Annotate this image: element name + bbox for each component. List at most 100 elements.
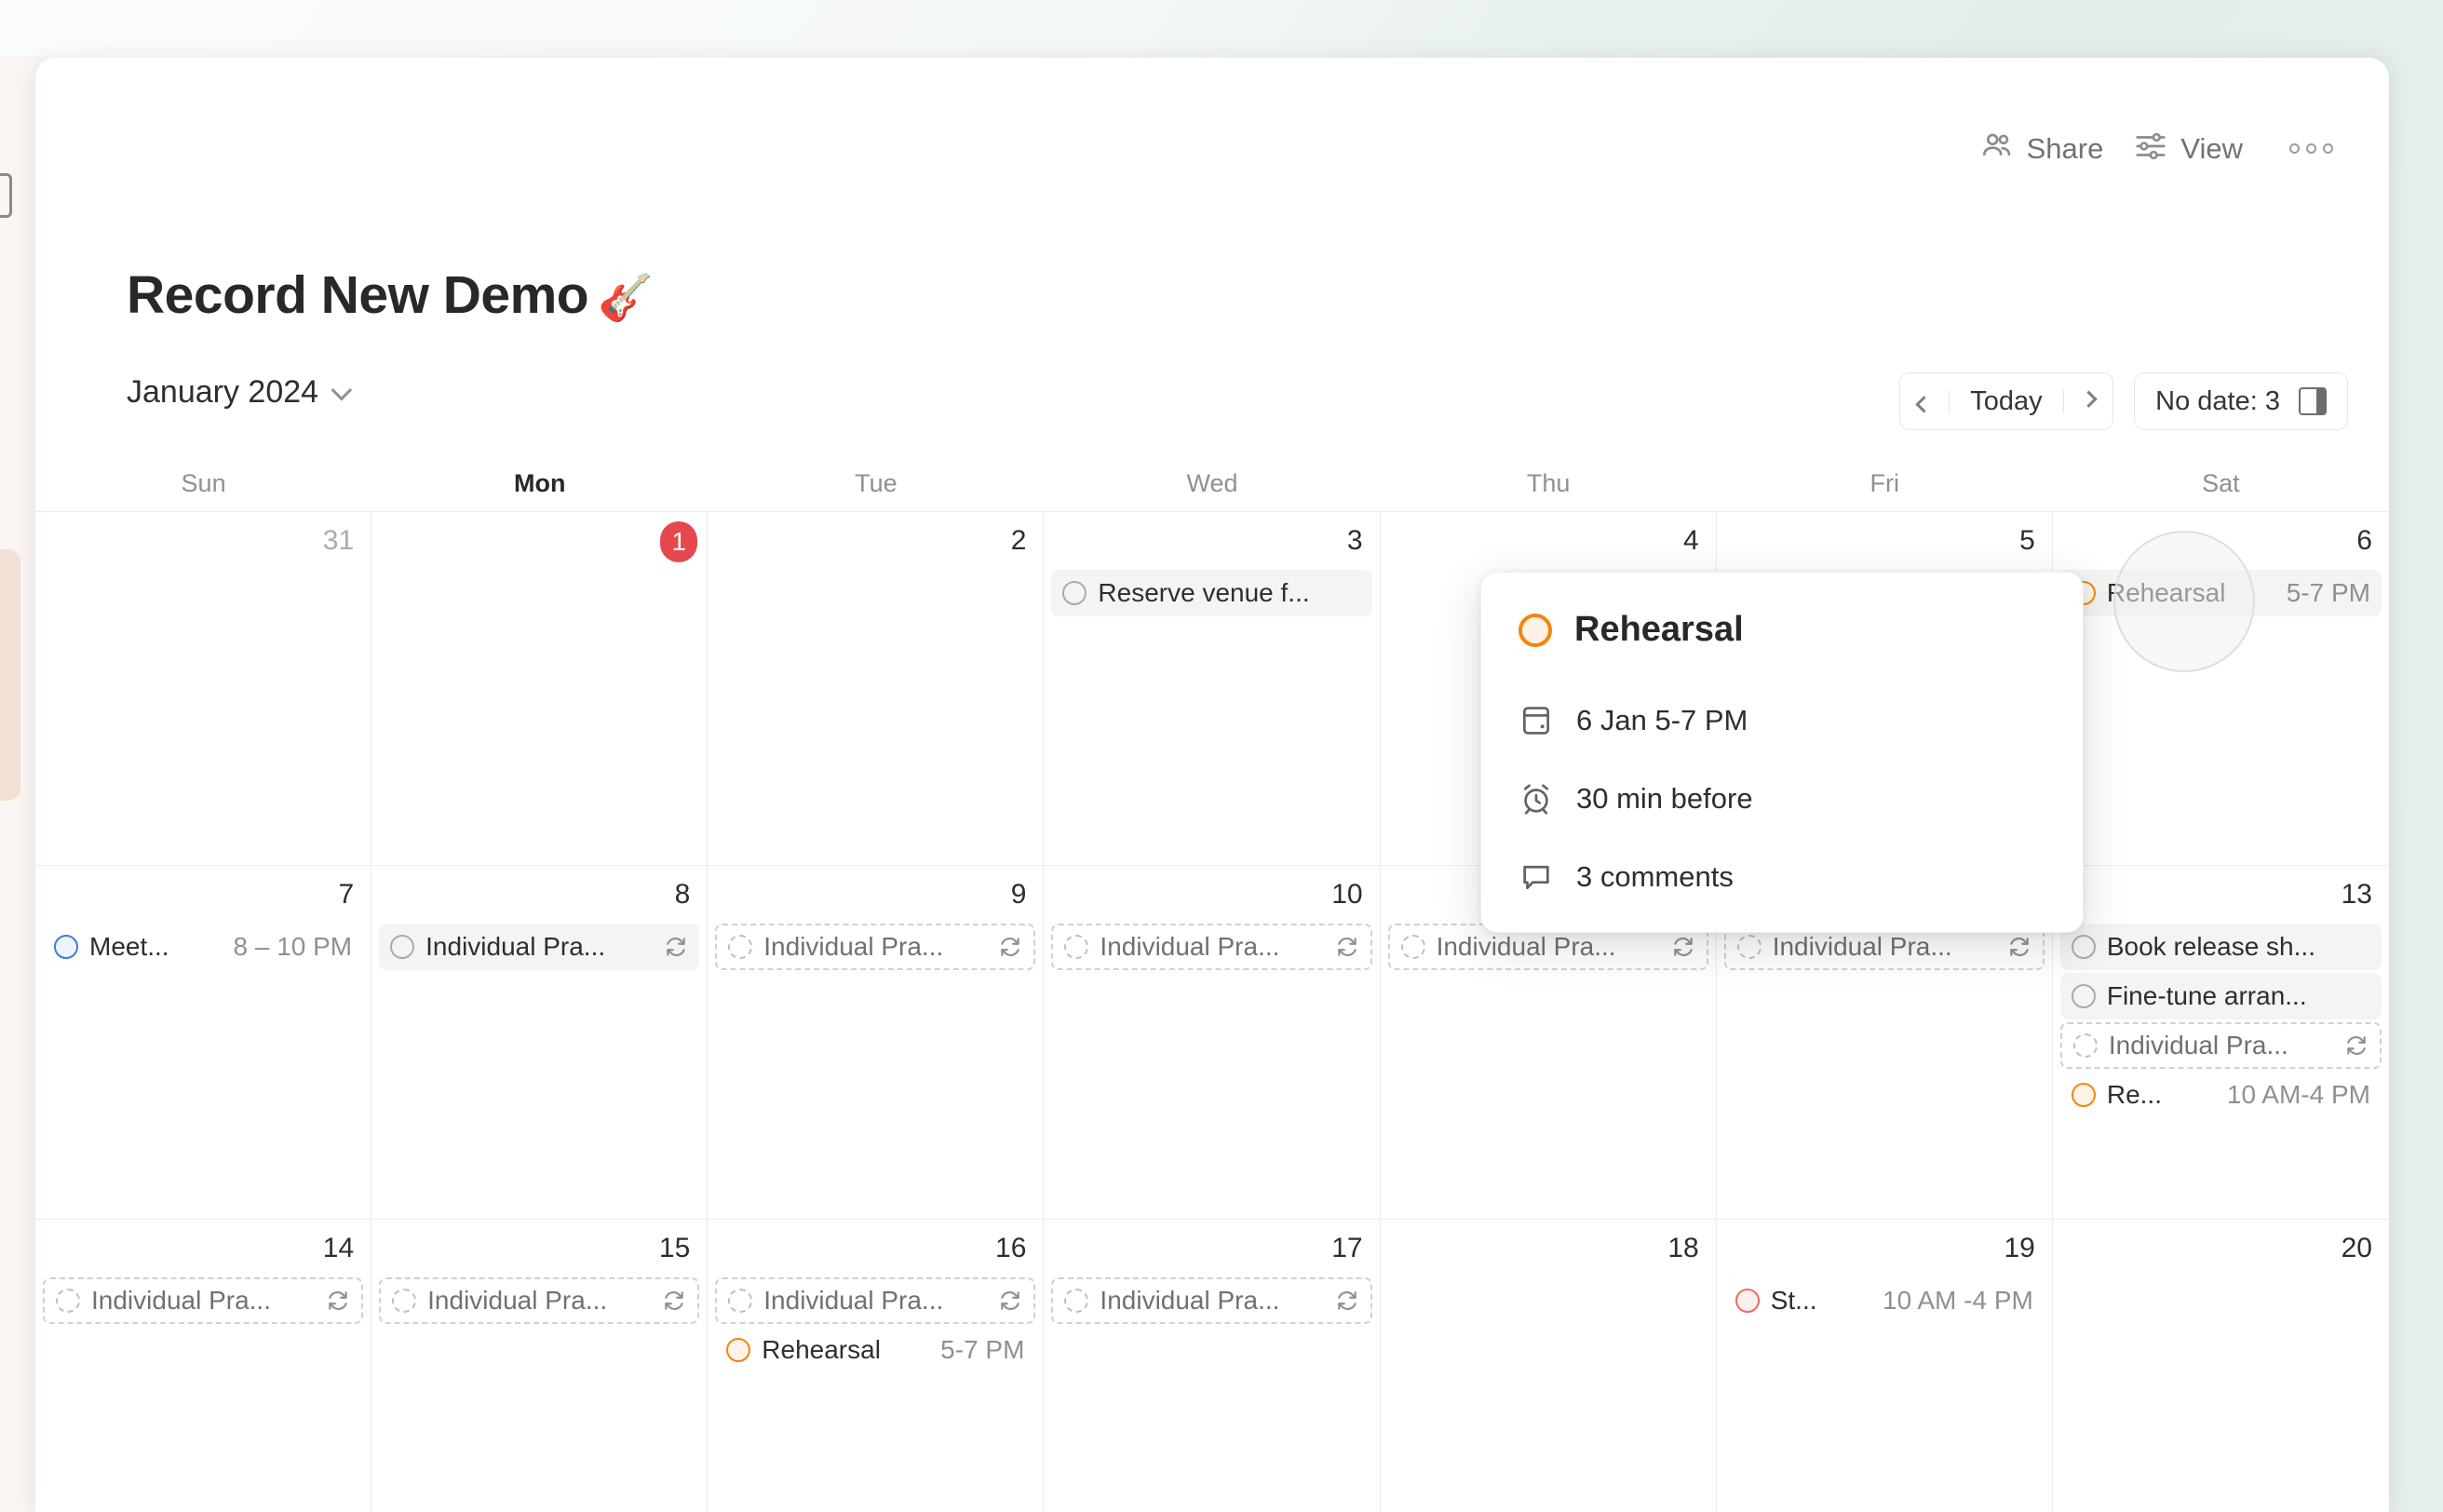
event-status-circle-icon[interactable]	[1518, 613, 1552, 647]
calendar-day-cell-10[interactable]: 10 Individual Pra...	[1044, 866, 1381, 1219]
calendar-day-cell-20[interactable]: 20	[2053, 1220, 2389, 1512]
day-number-2: 2	[1010, 525, 1027, 556]
calendar-event-chip[interactable]: Individual Pra...	[379, 924, 700, 970]
day-events: Meet... 8 – 10 PM	[43, 920, 363, 970]
weekday-header-sat: Sat	[2202, 469, 2240, 497]
calendar-event-chip[interactable]: Fine-tune arran...	[2059, 973, 2382, 1019]
event-title: Fine-tune arran...	[2106, 981, 2307, 1010]
day-number-5: 5	[2019, 525, 2035, 556]
day-events	[1724, 566, 2045, 570]
event-status-circle-icon[interactable]	[728, 1289, 753, 1313]
event-status-circle-icon[interactable]	[56, 1289, 80, 1313]
weekday-header-row: Sun Mon Tue Wed Thu Fri Sat	[35, 456, 2389, 512]
day-number-14: 14	[322, 1233, 355, 1263]
event-status-circle-icon[interactable]	[1736, 935, 1761, 959]
day-number-15: 15	[658, 1233, 691, 1263]
calendar-day-cell-31[interactable]: 31	[35, 512, 372, 865]
calendar-event-chip[interactable]: Re... 10 AM-4 PM	[2060, 1072, 2382, 1118]
view-button[interactable]: View	[2118, 121, 2258, 176]
day-number-20: 20	[2341, 1233, 2372, 1263]
today-button[interactable]: Today	[1950, 373, 2062, 429]
calendar-event-chip[interactable]: Meet... 8 – 10 PM	[43, 924, 363, 970]
event-title: Reserve venue f...	[1098, 578, 1310, 607]
calendar-day-cell-13[interactable]: 13 Book release sh... Fine-tune arran... In…	[2053, 866, 2389, 1219]
calendar-day-cell-19[interactable]: 19 St... 10 AM -4 PM	[1717, 1220, 2053, 1512]
recurring-event-icon	[2344, 1033, 2369, 1058]
day-events: Individual Pra...	[43, 1274, 364, 1324]
calendar-event-chip[interactable]: Individual Pra...	[379, 1277, 700, 1324]
chevron-down-icon	[331, 379, 353, 400]
event-status-circle-icon[interactable]	[1062, 581, 1087, 605]
calendar-day-cell-9[interactable]: 9 Individual Pra...	[708, 866, 1045, 1219]
ellipsis-icon-dot-3	[2323, 143, 2333, 154]
month-selector[interactable]: January 2024	[127, 374, 353, 411]
popup-row-comment[interactable]: 3 comments	[1518, 838, 2045, 916]
calendar-event-chip[interactable]: Individual Pra...	[715, 1277, 1036, 1324]
popup-row-alarm-clock[interactable]: 30 min before	[1518, 760, 2045, 838]
next-period-button[interactable]	[2064, 373, 2112, 429]
calendar-day-cell-15[interactable]: 15 Individual Pra...	[371, 1220, 709, 1512]
event-status-circle-icon[interactable]	[2071, 1083, 2096, 1107]
calendar-event-chip[interactable]: Reserve venue f...	[1051, 570, 1372, 616]
more-options-button[interactable]	[2274, 132, 2348, 165]
event-status-circle-icon[interactable]	[726, 1338, 751, 1362]
calendar-day-cell-6[interactable]: 6 Rehearsal 5-7 PM	[2053, 512, 2389, 865]
event-status-circle-icon[interactable]	[1064, 935, 1089, 959]
day-number-31: 31	[322, 525, 355, 556]
event-status-circle-icon[interactable]	[390, 935, 415, 959]
calendar-day-cell-18[interactable]: 18	[1381, 1220, 1717, 1512]
calendar-day-cell-2[interactable]: 2	[708, 512, 1045, 865]
recurring-event-icon	[664, 935, 688, 959]
popup-row-text: 3 comments	[1576, 860, 1734, 893]
sliders-icon	[2133, 128, 2168, 169]
calendar-event-chip[interactable]: Rehearsal 5-7 PM	[2059, 570, 2382, 616]
recurring-event-icon	[1671, 935, 1695, 959]
event-status-circle-icon[interactable]	[1734, 1289, 1760, 1313]
calendar-day-cell-14[interactable]: 14 Individual Pra...	[35, 1220, 372, 1512]
popup-row-text: 30 min before	[1576, 782, 1753, 815]
calendar-event-chip[interactable]: Individual Pra...	[2059, 1022, 2382, 1069]
calendar-day-cell-16[interactable]: 16 Individual Pra... Rehearsal 5-7 PM	[708, 1220, 1045, 1512]
event-status-circle-icon[interactable]	[2071, 935, 2096, 959]
calendar-event-chip[interactable]: Individual Pra...	[715, 924, 1036, 970]
weekday-header-wed: Wed	[1186, 469, 1238, 497]
ellipsis-icon-dot-1	[2289, 143, 2300, 154]
event-status-circle-icon[interactable]	[2072, 1033, 2098, 1058]
event-status-circle-icon[interactable]	[2071, 984, 2096, 1008]
day-events: Individual Pra...	[715, 920, 1036, 970]
share-button[interactable]: Share	[1964, 121, 2119, 176]
calendar-day-cell-8[interactable]: 8 Individual Pra...	[371, 866, 709, 1219]
calendar-event-chip[interactable]: Book release sh...	[2059, 924, 2382, 970]
event-status-circle-icon[interactable]	[392, 1289, 417, 1313]
calendar-event-chip[interactable]: Rehearsal 5-7 PM	[715, 1327, 1035, 1373]
page-title: Record New Demo 🎸	[127, 264, 654, 326]
day-number-10: 10	[1331, 879, 1363, 910]
event-title: St...	[1770, 1286, 1817, 1315]
event-title: Rehearsal	[762, 1335, 881, 1364]
calendar-day-cell-1[interactable]: 1	[371, 512, 709, 865]
event-time: 8 – 10 PM	[233, 932, 353, 961]
calendar-day-cell-3[interactable]: 3 Reserve venue f...	[1044, 512, 1381, 865]
event-status-circle-icon[interactable]	[728, 935, 753, 959]
recurring-event-icon	[326, 1289, 350, 1313]
calendar-day-cell-7[interactable]: 7 Meet... 8 – 10 PM	[35, 866, 372, 1219]
calendar-day-cell-17[interactable]: 17 Individual Pra...	[1044, 1220, 1381, 1512]
today-nav-pill: Today	[1898, 372, 2114, 430]
calendar-event-chip[interactable]: St... 10 AM -4 PM	[1724, 1277, 2045, 1324]
calendar-event-chip[interactable]: Individual Pra...	[43, 1277, 364, 1324]
sidebar-toggle-icon[interactable]	[0, 173, 12, 218]
event-preview-popup[interactable]: Rehearsal 6 Jan 5-7 PM 30 min before 3 com…	[1480, 572, 2084, 933]
day-number-16: 16	[995, 1233, 1027, 1263]
event-title: Individual Pra...	[425, 932, 606, 961]
event-status-circle-icon[interactable]	[54, 935, 78, 959]
event-status-circle-icon[interactable]	[1064, 1289, 1089, 1313]
top-toolbar: Share View	[1964, 121, 2348, 176]
prev-period-button[interactable]	[1900, 373, 1949, 429]
popup-row-date[interactable]: 6 Jan 5-7 PM	[1518, 682, 2045, 760]
calendar-nav-cluster: Today No date: 3	[1898, 372, 2348, 430]
event-status-circle-icon[interactable]	[1400, 935, 1425, 959]
calendar-event-chip[interactable]: Individual Pra...	[1051, 1277, 1372, 1324]
calendar-event-chip[interactable]: Individual Pra...	[1051, 924, 1372, 970]
ellipsis-icon-dot-2	[2306, 143, 2316, 154]
no-date-button[interactable]: No date: 3	[2134, 372, 2348, 430]
